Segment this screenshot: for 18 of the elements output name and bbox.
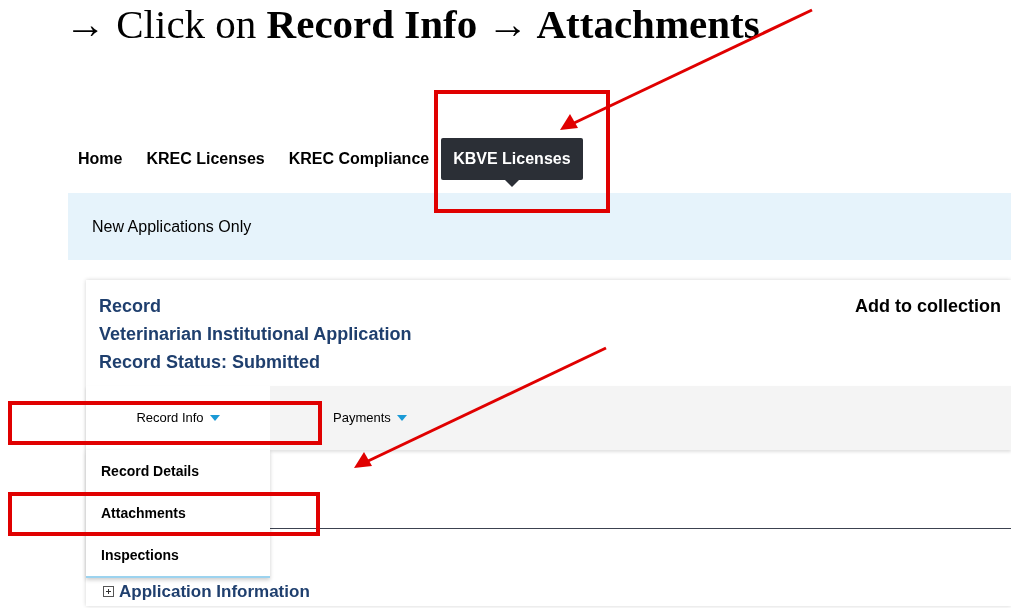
instruction-text: → Click on Record Info → Attachments (64, 0, 761, 49)
record-type: Veterinarian Institutional Application (99, 323, 412, 346)
nav-tab[interactable]: Home (78, 138, 123, 180)
nav-tab[interactable]: KBVE Licenses (441, 138, 583, 180)
banner-text: New Applications Only (92, 216, 252, 237)
dropdown-item[interactable]: Attachments (86, 492, 270, 534)
dropdown-item[interactable]: Record Details (86, 450, 270, 492)
add-to-collection-link[interactable]: Add to collection (855, 292, 1001, 386)
nav-tab[interactable]: KREC Compliance (288, 138, 430, 180)
nav-tab[interactable]: KREC Licenses (146, 138, 265, 180)
dropdown-item[interactable]: Inspections (86, 534, 270, 576)
record-title: Record (99, 295, 162, 318)
caret-icon (209, 415, 220, 421)
caret-icon (396, 415, 407, 421)
record-status: Record Status: Submitted (99, 351, 322, 374)
plus-box-icon[interactable] (103, 586, 114, 598)
menu-tab[interactable]: Payments (270, 386, 407, 450)
section-heading[interactable]: Application Information (119, 579, 310, 605)
